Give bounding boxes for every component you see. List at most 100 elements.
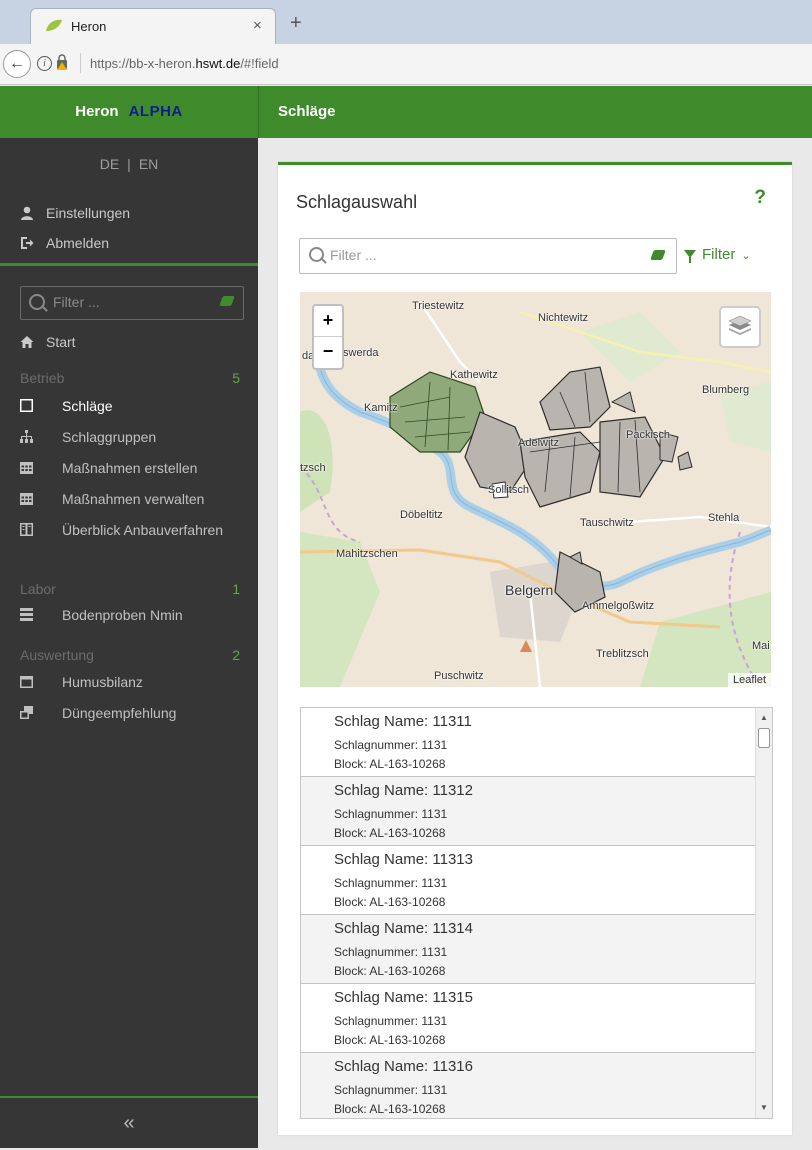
app-header: Heron ALPHA Schläge bbox=[0, 86, 812, 138]
leaflet-attribution-link[interactable]: Leaflet bbox=[727, 673, 771, 687]
eraser-icon[interactable] bbox=[650, 250, 666, 260]
info-icon[interactable]: i bbox=[37, 56, 52, 71]
field-block: Block: AL-163-10268 bbox=[334, 895, 446, 909]
back-button[interactable]: ← bbox=[3, 50, 31, 78]
browser-tab-bar: Heron × + bbox=[0, 0, 812, 45]
panel-title: Schlagauswahl bbox=[296, 192, 418, 212]
map-label: Stehla bbox=[708, 512, 740, 524]
scroll-up-arrow-icon[interactable]: ▲ bbox=[756, 710, 772, 726]
section-count: 5 bbox=[232, 370, 240, 386]
logout-link[interactable]: Abmelden bbox=[20, 231, 109, 255]
field-number: Schlagnummer: 1131 bbox=[334, 807, 448, 821]
tab-close-icon[interactable]: × bbox=[253, 17, 262, 34]
field-search-input[interactable]: Filter ... bbox=[299, 238, 677, 274]
copy-icon bbox=[20, 706, 33, 719]
browser-tab[interactable]: Heron × bbox=[30, 8, 276, 45]
sidebar: DE | EN Einstellungen Abmelden Filter ... … bbox=[0, 138, 258, 1148]
alpha-badge: ALPHA bbox=[128, 103, 183, 120]
field-block: Block: AL-163-10268 bbox=[334, 757, 446, 771]
map-label: Iswerda bbox=[340, 347, 379, 359]
sitemap-icon bbox=[20, 430, 33, 443]
help-icon[interactable]: ? bbox=[754, 187, 766, 209]
brand-name: Heron bbox=[75, 103, 119, 120]
search-icon bbox=[29, 294, 45, 310]
map-label: Kathewitz bbox=[450, 369, 498, 381]
map-label: Mai bbox=[752, 640, 770, 652]
sidebar-filter-input[interactable]: Filter ... bbox=[20, 286, 244, 320]
list-item[interactable]: Schlag Name: 11313 Schlagnummer: 1131 Bl… bbox=[301, 846, 755, 915]
field-number: Schlagnummer: 1131 bbox=[334, 1083, 448, 1097]
field-name: Schlag Name: 11316 bbox=[334, 1058, 473, 1075]
search-placeholder: Filter ... bbox=[330, 247, 377, 263]
funnel-icon bbox=[684, 250, 696, 263]
square-icon bbox=[20, 399, 33, 412]
chevron-down-icon: ⌄ bbox=[741, 250, 751, 262]
map-label: Belgern bbox=[505, 582, 554, 598]
field-block: Block: AL-163-10268 bbox=[334, 964, 446, 978]
list-item[interactable]: Schlag Name: 11314 Schlagnummer: 1131 Bl… bbox=[301, 915, 755, 984]
map-label: Puschwitz bbox=[434, 670, 484, 682]
field-name: Schlag Name: 11311 bbox=[334, 713, 472, 730]
zoom-in-button[interactable]: + bbox=[314, 306, 342, 337]
home-icon bbox=[20, 336, 34, 348]
scroll-down-arrow-icon[interactable]: ▼ bbox=[756, 1100, 772, 1116]
section-header-betrieb: Betrieb 5 bbox=[20, 370, 240, 386]
new-tab-button[interactable]: + bbox=[290, 13, 302, 33]
field-selection-panel: Schlagauswahl ? Filter ... Filter ⌄ Trie… bbox=[278, 162, 792, 1135]
lang-de-link[interactable]: DE bbox=[100, 156, 119, 172]
zoom-control: + − bbox=[312, 304, 344, 370]
tab-title: Heron bbox=[71, 19, 107, 34]
scroll-thumb[interactable] bbox=[758, 728, 770, 748]
calendar-icon bbox=[20, 493, 33, 505]
map-label: Döbeltitz bbox=[400, 509, 443, 521]
section-count: 1 bbox=[232, 581, 240, 597]
map-label: Treblitzsch bbox=[596, 648, 649, 660]
list-scrollbar[interactable]: ▲ ▼ bbox=[755, 708, 772, 1118]
list-icon bbox=[20, 608, 33, 621]
field-number: Schlagnummer: 1131 bbox=[334, 1014, 448, 1028]
layers-icon bbox=[728, 315, 752, 335]
map-label: Tauschwitz bbox=[580, 517, 634, 529]
field-polygon[interactable] bbox=[539, 366, 611, 431]
map-label: Sollitsch bbox=[488, 484, 529, 496]
sidebar-item-start[interactable]: Start bbox=[20, 330, 76, 354]
brand[interactable]: Heron ALPHA bbox=[0, 86, 259, 138]
field-block: Block: AL-163-10268 bbox=[334, 826, 446, 840]
map-label: tzsch bbox=[300, 462, 326, 474]
sidebar-item-ueberblick-anbauverfahren[interactable]: Überblick Anbauverfahren bbox=[20, 520, 250, 562]
list-item[interactable]: Schlag Name: 11315 Schlagnummer: 1131 Bl… bbox=[301, 984, 755, 1053]
list-item[interactable]: Schlag Name: 11316 Schlagnummer: 1131 Bl… bbox=[301, 1053, 755, 1118]
peak-marker bbox=[520, 640, 532, 652]
table-icon bbox=[20, 523, 33, 536]
lock-warning-icon[interactable] bbox=[56, 54, 68, 70]
filter-dropdown-button[interactable]: Filter ⌄ bbox=[684, 246, 751, 263]
sign-out-icon bbox=[21, 237, 34, 249]
map-label: Packisch bbox=[626, 429, 671, 441]
heron-leaf-icon bbox=[46, 19, 62, 31]
map-label: Kamitz bbox=[364, 402, 398, 414]
section-header-auswertung: Auswertung 2 bbox=[20, 647, 240, 663]
lang-en-link[interactable]: EN bbox=[139, 156, 158, 172]
language-switch: DE | EN bbox=[99, 156, 159, 172]
field-list: Schlag Name: 11311 Schlagnummer: 1131 Bl… bbox=[300, 707, 773, 1119]
eraser-icon[interactable] bbox=[219, 296, 235, 306]
layers-button[interactable] bbox=[719, 306, 761, 348]
calendar-icon bbox=[20, 676, 33, 688]
list-item[interactable]: Schlag Name: 11312 Schlagnummer: 1131 Bl… bbox=[301, 777, 755, 846]
field-name: Schlag Name: 11314 bbox=[334, 920, 473, 937]
search-icon bbox=[309, 247, 324, 262]
map-label: Mahitzschen bbox=[336, 548, 398, 560]
sidebar-filter-placeholder: Filter ... bbox=[53, 294, 100, 310]
address-bar: ← i https://bb-x-heron.hswt.de/#!field bbox=[0, 44, 812, 85]
settings-link[interactable]: Einstellungen bbox=[20, 201, 130, 225]
field-map[interactable]: Triestewitz Nichtewitz Iswerda da Kathew… bbox=[300, 292, 771, 687]
field-name: Schlag Name: 11315 bbox=[334, 989, 473, 1006]
zoom-out-button[interactable]: − bbox=[314, 337, 342, 367]
url-field[interactable]: https://bb-x-heron.hswt.de/#!field bbox=[90, 56, 279, 71]
map-label: Blumberg bbox=[702, 384, 750, 396]
collapse-sidebar-button[interactable]: « bbox=[0, 1096, 258, 1150]
url-domain: hswt.de bbox=[195, 56, 241, 71]
list-item[interactable]: Schlag Name: 11311 Schlagnummer: 1131 Bl… bbox=[301, 708, 755, 777]
field-name: Schlag Name: 11312 bbox=[334, 782, 473, 799]
section-count: 2 bbox=[232, 647, 240, 663]
